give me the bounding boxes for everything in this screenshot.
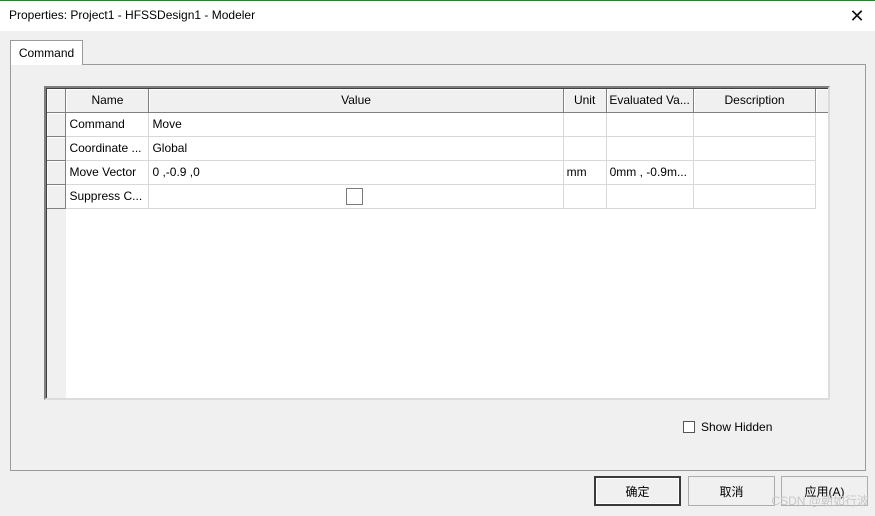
cell-name: Command (65, 112, 150, 137)
ok-button[interactable]: 确定 (594, 476, 681, 506)
watermark: CSDN @朝如行波 (771, 494, 869, 508)
cell-unit[interactable] (563, 136, 607, 161)
table-row[interactable]: Command Move (47, 112, 828, 137)
row-header[interactable] (47, 136, 67, 161)
cancel-button[interactable]: 取消 (688, 476, 775, 506)
cell-value[interactable]: 0 ,-0.9 ,0 (148, 160, 564, 185)
cell-value[interactable]: Global (148, 136, 564, 161)
tab-command-label: Command (18, 46, 75, 60)
cell-description[interactable] (693, 184, 817, 209)
cell-unit[interactable]: mm (563, 160, 607, 185)
show-hidden-toggle[interactable]: Show Hidden (683, 420, 772, 434)
row-header[interactable] (47, 184, 67, 209)
row-header[interactable] (47, 160, 67, 185)
cell-unit[interactable] (563, 184, 607, 209)
tab-command[interactable]: Command (10, 40, 83, 65)
cell-description[interactable] (693, 136, 817, 161)
title-bar: Properties: Project1 - HFSSDesign1 - Mod… (0, 0, 875, 31)
cell-evaluated (606, 184, 694, 209)
close-button[interactable]: ✕ (843, 3, 871, 29)
cell-evaluated (606, 136, 694, 161)
corner-header (47, 89, 67, 113)
show-hidden-checkbox[interactable] (683, 421, 695, 433)
show-hidden-label: Show Hidden (701, 420, 773, 434)
cell-value[interactable]: Move (148, 112, 564, 137)
cell-description[interactable] (693, 112, 817, 137)
window-title: Properties: Project1 - HFSSDesign1 - Mod… (9, 8, 256, 22)
cell-evaluated: 0mm , -0.9m... (606, 160, 694, 185)
table-row[interactable]: Suppress C... (47, 184, 828, 209)
cell-unit[interactable] (563, 112, 607, 137)
cell-name: Coordinate ... (65, 136, 150, 161)
property-table: Name Value Unit Evaluated Va... Descript… (47, 89, 828, 209)
cell-evaluated (606, 112, 694, 137)
cell-value[interactable] (148, 184, 564, 209)
property-grid: Name Value Unit Evaluated Va... Descript… (44, 86, 830, 400)
table-row[interactable]: Move Vector 0 ,-0.9 ,0 mm 0mm , -0.9m... (47, 160, 828, 185)
table-row[interactable]: Coordinate ... Global (47, 136, 828, 161)
close-icon: ✕ (849, 5, 865, 26)
cell-name: Move Vector (65, 160, 150, 185)
cell-name: Suppress C... (65, 184, 150, 209)
cell-description[interactable] (693, 160, 817, 185)
suppress-checkbox[interactable] (346, 187, 364, 205)
grid-body: Name Value Unit Evaluated Va... Descript… (46, 88, 828, 398)
header-filler (815, 89, 828, 113)
column-header-value[interactable]: Value (148, 89, 564, 113)
row-header[interactable] (47, 112, 67, 137)
column-header-description[interactable]: Description (693, 89, 817, 113)
column-header-name[interactable]: Name (65, 89, 150, 113)
column-header-unit[interactable]: Unit (563, 89, 607, 113)
column-header-evaluated[interactable]: Evaluated Va... (606, 89, 694, 113)
